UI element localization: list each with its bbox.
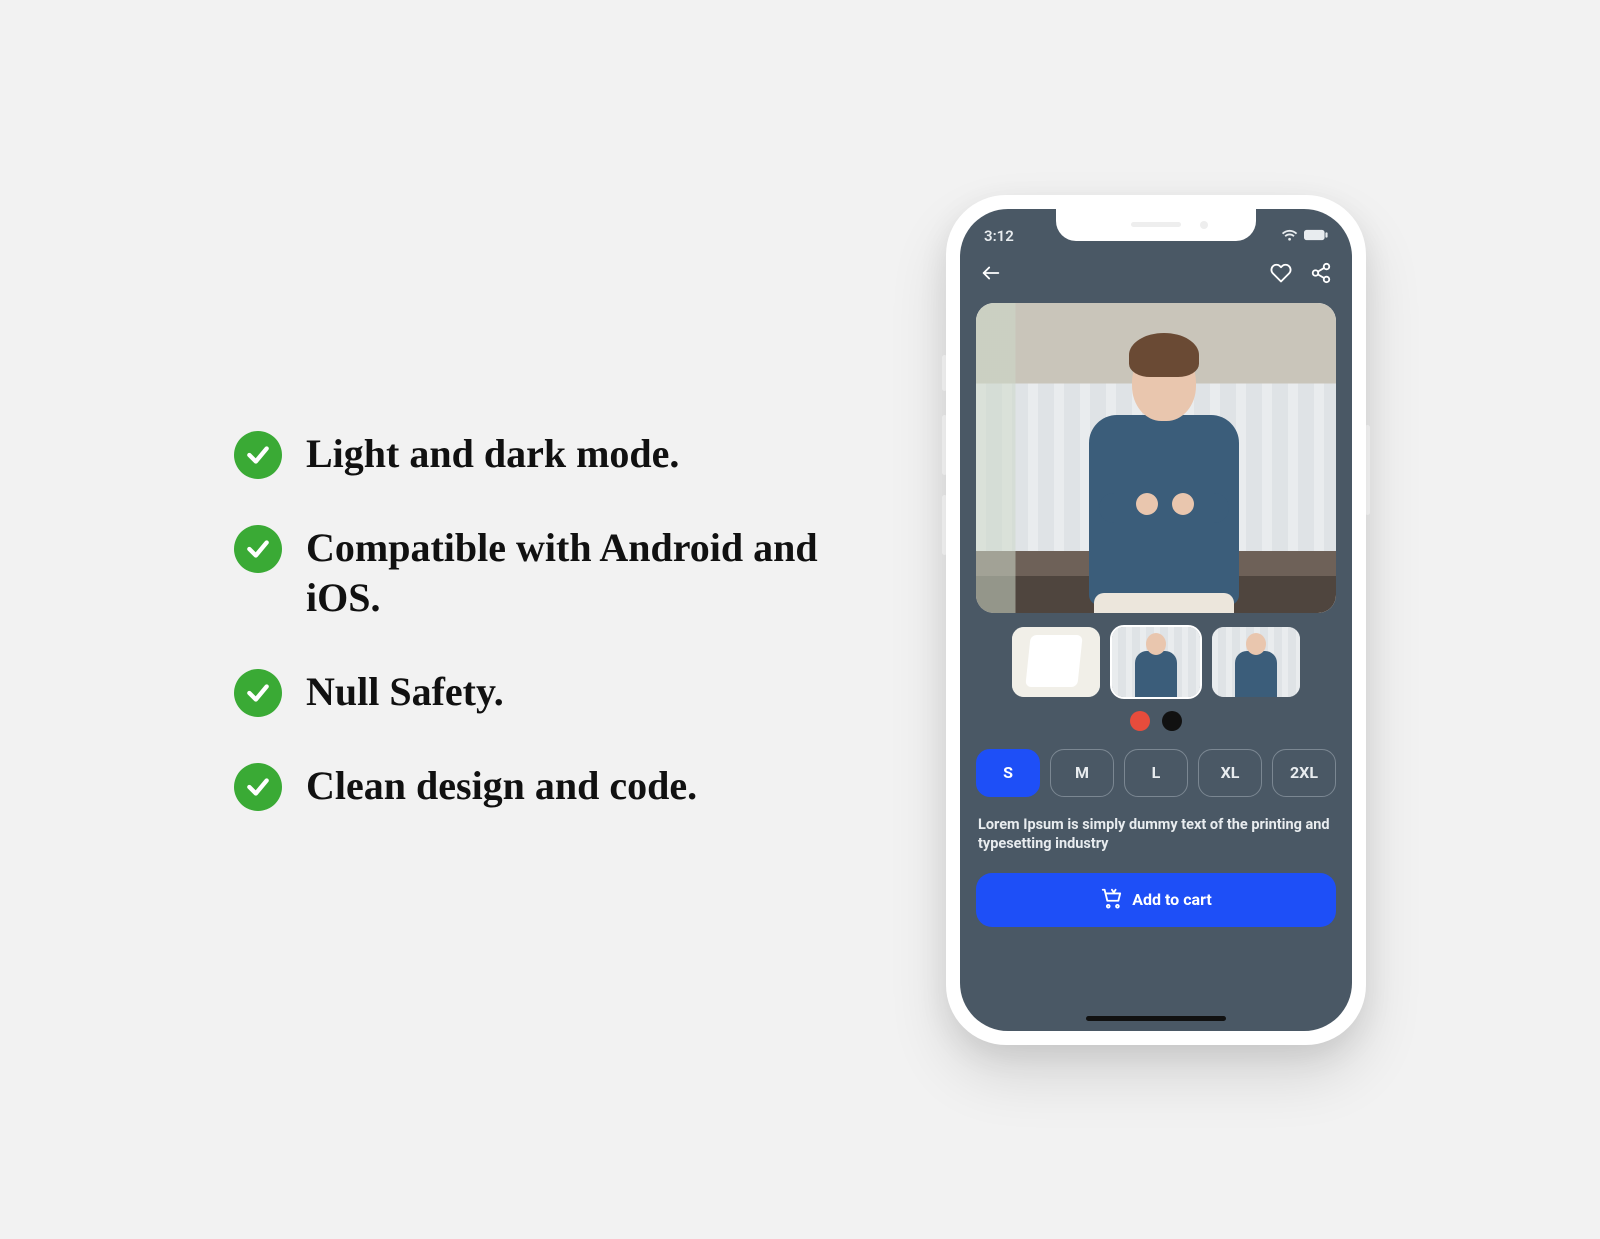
feature-text: Null Safety. [306, 667, 504, 717]
phone-mockup: 3:12 [946, 195, 1366, 1045]
feature-list: Light and dark mode. Compatible with And… [234, 429, 826, 811]
check-icon [234, 431, 282, 479]
feature-item: Clean design and code. [234, 761, 826, 811]
check-icon [234, 669, 282, 717]
cart-icon [1100, 887, 1122, 913]
thumbnail-row [976, 627, 1336, 697]
size-option[interactable]: XL [1198, 749, 1262, 797]
feature-text: Light and dark mode. [306, 429, 679, 479]
app-screen: 3:12 [960, 209, 1352, 1031]
check-icon [234, 525, 282, 573]
share-button[interactable] [1310, 262, 1332, 288]
product-main-image[interactable] [976, 303, 1336, 613]
size-option[interactable]: 2XL [1272, 749, 1336, 797]
battery-icon [1304, 227, 1328, 245]
feature-item: Compatible with Android and iOS. [234, 523, 826, 623]
favorite-button[interactable] [1270, 262, 1292, 288]
wifi-icon [1281, 227, 1298, 245]
feature-text: Compatible with Android and iOS. [306, 523, 826, 623]
cta-label: Add to cart [1132, 890, 1212, 909]
thumbnail[interactable] [1112, 627, 1200, 697]
size-option[interactable]: M [1050, 749, 1114, 797]
add-to-cart-button[interactable]: Add to cart [976, 873, 1336, 927]
product-description: Lorem Ipsum is simply dummy text of the … [978, 815, 1334, 859]
feature-item: Light and dark mode. [234, 429, 826, 479]
color-option-black[interactable] [1162, 711, 1182, 731]
color-option-red[interactable] [1130, 711, 1150, 731]
thumbnail[interactable] [1012, 627, 1100, 697]
size-selector: S M L XL 2XL [976, 749, 1336, 797]
feature-text: Clean design and code. [306, 761, 697, 811]
thumbnail[interactable] [1212, 627, 1300, 697]
color-selector [960, 711, 1352, 731]
feature-item: Null Safety. [234, 667, 826, 717]
status-time: 3:12 [984, 227, 1014, 245]
size-option[interactable]: L [1124, 749, 1188, 797]
check-icon [234, 763, 282, 811]
home-indicator[interactable] [1086, 1016, 1226, 1021]
back-button[interactable] [980, 262, 1002, 288]
notch [1056, 209, 1256, 241]
size-option[interactable]: S [976, 749, 1040, 797]
nav-bar [960, 253, 1352, 297]
